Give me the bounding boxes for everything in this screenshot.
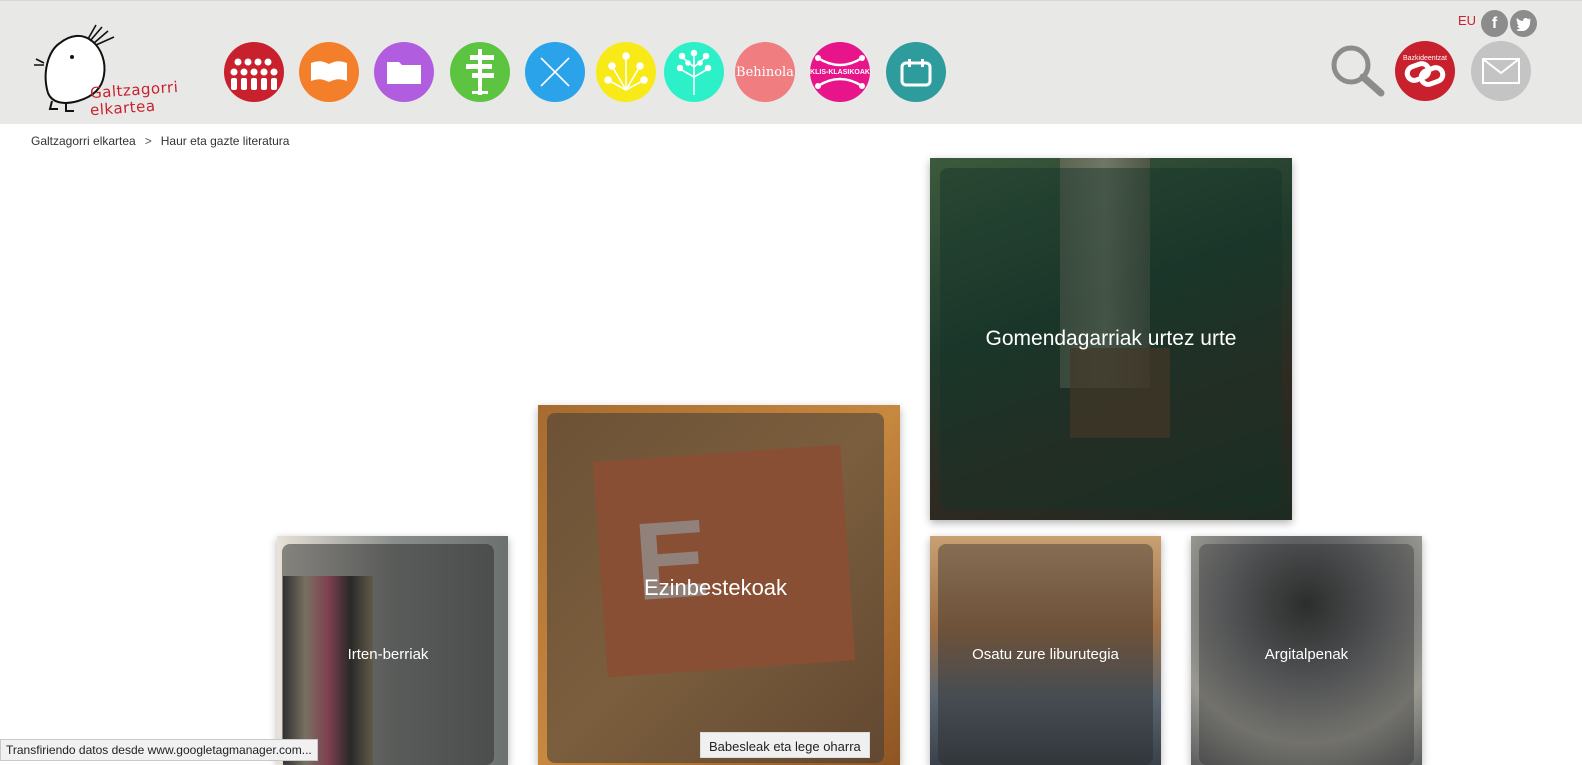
breadcrumb-separator: > [144, 134, 152, 148]
site-header: Galtzagorri elkartea Behinola KLIS-KLASI… [0, 0, 1582, 124]
tile-argitalpenak[interactable]: Argitalpenak [1191, 536, 1422, 765]
breadcrumb: Galtzagorri elkartea > Haur eta gazte lite… [31, 134, 289, 148]
site-logo[interactable]: Galtzagorri elkartea [30, 23, 190, 123]
legal-notice-button[interactable]: Babesleak eta lege oharra [700, 732, 870, 758]
open-book-icon[interactable] [299, 42, 359, 102]
twitter-icon[interactable] [1510, 10, 1537, 37]
behinola-text: Behinola [736, 64, 794, 80]
behinola-logo[interactable]: Behinola [735, 42, 795, 102]
browser-status-bar: Transfiriendo datos desde www.googletagm… [0, 739, 318, 761]
svg-text:Bazkideentzat: Bazkideentzat [1403, 55, 1447, 62]
tile-osatu-label: Osatu zure liburutegia [972, 646, 1119, 663]
tile-argitalpenak-label: Argitalpenak [1264, 646, 1349, 663]
tile-gomendagarriak[interactable]: Gomendagarriak urtez urte [930, 158, 1292, 520]
tile-osatu[interactable]: Osatu zure liburutegia [930, 536, 1161, 765]
calendar-icon[interactable] [886, 42, 946, 102]
sparkle-icon[interactable] [596, 42, 656, 102]
tile-gomendagarriak-label: Gomendagarriak urtez urte [985, 327, 1237, 350]
people-icon[interactable] [224, 42, 284, 102]
mail-icon[interactable] [1471, 41, 1531, 101]
language-selector[interactable]: EU [1458, 13, 1476, 28]
bazkideentzat-link-icon[interactable]: Bazkideentzat [1395, 41, 1455, 101]
breadcrumb-current: Haur eta gazte literatura [160, 134, 290, 148]
klis-klasikoak-logo[interactable]: KLIS-KLASIKOAK [810, 42, 870, 102]
tile-ezinbestekoak-label: Ezinbestekoak [643, 575, 788, 600]
search-icon[interactable] [1327, 41, 1387, 101]
tile-irten-berriak-label: Irten-berriak [347, 646, 429, 663]
tree-icon[interactable] [664, 42, 724, 102]
tile-ezinbestekoak[interactable]: E Ezinbestekoak [538, 405, 900, 765]
klis-text: KLIS-KLASIKOAK [810, 68, 870, 76]
tile-irten-berriak[interactable]: Irten-berriak [277, 536, 508, 765]
logo-text-line2: elkartea [89, 96, 157, 120]
facebook-icon[interactable]: f [1481, 10, 1508, 37]
signpost-icon[interactable] [450, 42, 510, 102]
folder-icon[interactable] [374, 42, 434, 102]
breadcrumb-home[interactable]: Galtzagorri elkartea [31, 134, 136, 148]
cross-icon[interactable] [525, 42, 585, 102]
